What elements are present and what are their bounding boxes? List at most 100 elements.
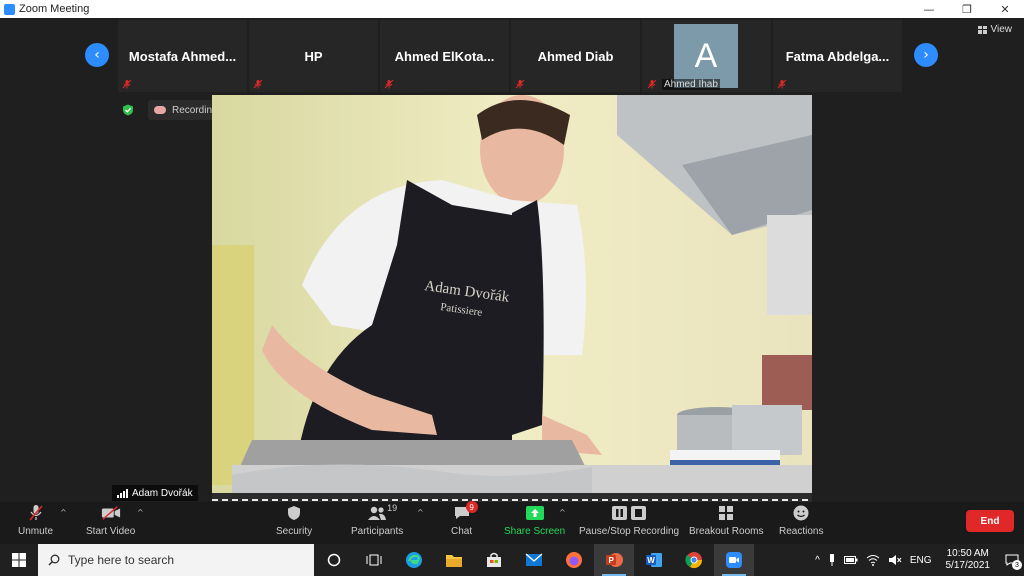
- battery-icon[interactable]: [843, 555, 858, 565]
- search-placeholder: Type here to search: [68, 553, 175, 567]
- window-title: Zoom Meeting: [19, 3, 90, 15]
- muted-mic-icon: [122, 79, 132, 89]
- taskbar-edge[interactable]: [394, 544, 434, 576]
- participants-button[interactable]: 19 Participants: [351, 503, 404, 537]
- cortana-button[interactable]: [314, 544, 354, 576]
- folder-icon: [446, 555, 462, 567]
- participant-strip: Mostafa Ahmed... HP Ahmed ElKota... Ahme…: [118, 20, 906, 92]
- breakout-rooms-button[interactable]: Breakout Rooms: [689, 504, 763, 537]
- chrome-icon: [685, 552, 703, 569]
- cloud-record-icon: [154, 106, 166, 114]
- taskbar-zoom[interactable]: [714, 544, 754, 576]
- minimize-button[interactable]: —: [910, 0, 948, 18]
- taskbar-file-explorer[interactable]: [434, 544, 474, 576]
- clock-time: 10:50 AM: [946, 548, 989, 559]
- input-language[interactable]: ENG: [910, 555, 932, 566]
- reactions-button[interactable]: Reactions: [779, 504, 823, 537]
- participant-name: Mostafa Ahmed...: [128, 48, 237, 64]
- previous-page-button[interactable]: ‹: [85, 43, 109, 67]
- show-hidden-icons-caret[interactable]: ^: [815, 555, 820, 566]
- share-screen-label: Share Screen: [504, 526, 566, 537]
- participant-name: HP: [304, 48, 323, 64]
- cortana-icon: [327, 553, 341, 567]
- start-button[interactable]: [0, 544, 38, 576]
- chat-icon: 9: [452, 501, 478, 522]
- end-meeting-button[interactable]: End: [966, 510, 1014, 532]
- taskbar-chrome[interactable]: [674, 544, 714, 576]
- taskbar-firefox[interactable]: [554, 544, 594, 576]
- mail-icon: [525, 553, 543, 566]
- usb-icon[interactable]: [828, 553, 836, 567]
- taskbar-powerpoint[interactable]: P: [594, 544, 634, 576]
- taskbar-word[interactable]: W: [634, 544, 674, 576]
- notification-count: 3: [1012, 560, 1022, 570]
- meeting-toolbar: Unmute ^ Start Video ^ Security 19 Parti…: [0, 501, 1024, 544]
- active-speaker-video: Adam Dvořák Patissiere: [212, 95, 812, 520]
- participant-tile[interactable]: HP: [249, 20, 378, 92]
- smiley-icon: [791, 504, 811, 522]
- action-center-button[interactable]: 3: [1000, 544, 1024, 576]
- muted-mic-icon: [777, 79, 787, 89]
- video-options-caret[interactable]: ^: [137, 508, 144, 517]
- pause-stop-recording-label: Pause/Stop Recording: [579, 526, 680, 537]
- video-frame: Adam Dvořák Patissiere: [212, 95, 812, 520]
- chevron-right-icon: ›: [923, 47, 929, 63]
- close-button[interactable]: ✕: [986, 0, 1024, 18]
- task-view-button[interactable]: [354, 544, 394, 576]
- share-screen-icon: [525, 504, 545, 522]
- pause-stop-recording-button[interactable]: Pause/Stop Recording: [579, 504, 679, 537]
- participant-name: Ahmed Diab: [537, 48, 614, 64]
- audio-options-caret[interactable]: ^: [60, 508, 67, 517]
- pause-stop-icon: [609, 504, 649, 522]
- reactions-label: Reactions: [779, 526, 824, 537]
- participant-tile[interactable]: A Ahmed Ihab: [642, 20, 771, 92]
- zoom-app-icon: [4, 3, 15, 15]
- muted-mic-icon: [26, 504, 46, 522]
- participants-label: Participants: [351, 526, 404, 537]
- search-icon: [48, 554, 60, 566]
- share-options-caret[interactable]: ^: [559, 508, 566, 517]
- view-label: View: [990, 24, 1013, 35]
- unmute-button[interactable]: Unmute: [18, 504, 53, 537]
- participant-tile[interactable]: Fatma Abdelga...: [773, 20, 902, 92]
- svg-text:P: P: [609, 556, 615, 565]
- breakout-rooms-icon: [716, 504, 736, 522]
- speaker-muted-icon[interactable]: [888, 554, 902, 566]
- speaker-name: Adam Dvořák: [132, 487, 193, 499]
- signal-strength-icon: [117, 488, 128, 498]
- chat-button[interactable]: 9 Chat: [451, 501, 478, 537]
- speaker-name-label: Adam Dvořák: [112, 485, 198, 501]
- window-controls: — ❐ ✕: [910, 0, 1024, 18]
- share-screen-button[interactable]: Share Screen: [504, 504, 565, 537]
- powerpoint-icon: P: [606, 553, 623, 567]
- participant-tile[interactable]: Mostafa Ahmed...: [118, 20, 247, 92]
- participant-tile[interactable]: Ahmed ElKota...: [380, 20, 509, 92]
- shield-icon[interactable]: [122, 104, 134, 116]
- chat-unread-badge: 9: [465, 501, 478, 513]
- firefox-icon: [566, 552, 582, 568]
- participants-options-caret[interactable]: ^: [417, 508, 424, 517]
- taskbar-store[interactable]: [474, 544, 514, 576]
- breakout-rooms-label: Breakout Rooms: [689, 526, 764, 537]
- window-titlebar: Zoom Meeting — ❐ ✕: [0, 0, 1024, 18]
- participants-icon: 19: [367, 503, 397, 522]
- muted-mic-icon: [253, 79, 263, 89]
- view-button[interactable]: View: [977, 24, 1013, 35]
- svg-text:W: W: [647, 556, 655, 565]
- windows-logo-icon: [12, 553, 26, 567]
- taskbar-search-box[interactable]: Type here to search: [38, 544, 314, 576]
- clock-date: 5/17/2021: [945, 560, 991, 571]
- taskbar-mail[interactable]: [514, 544, 554, 576]
- taskbar-clock[interactable]: 10:50 AM 5/17/2021: [946, 548, 991, 572]
- video-off-icon: [101, 504, 121, 522]
- wifi-icon[interactable]: [866, 554, 880, 566]
- security-button[interactable]: Security: [276, 504, 312, 537]
- restore-button[interactable]: ❐: [948, 0, 986, 18]
- chevron-left-icon: ‹: [94, 47, 100, 63]
- word-icon: W: [646, 553, 662, 567]
- shield-icon: [284, 504, 304, 522]
- participant-tile[interactable]: Ahmed Diab: [511, 20, 640, 92]
- start-video-button[interactable]: Start Video: [86, 504, 135, 537]
- next-page-button[interactable]: ›: [914, 43, 938, 67]
- task-view-icon: [366, 554, 382, 566]
